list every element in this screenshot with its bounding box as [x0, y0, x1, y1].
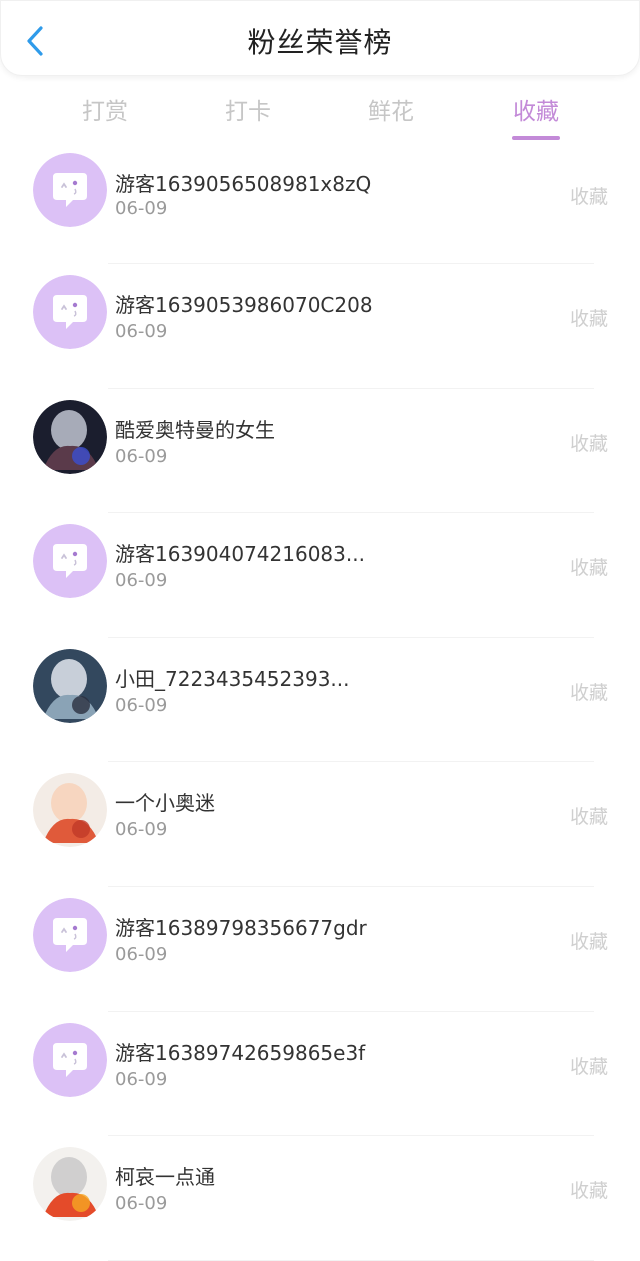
list-item[interactable]: 游客1639056508981x8zQ 06-09 收藏: [0, 153, 640, 264]
favorite-action-label: 收藏: [569, 930, 608, 953]
avatar[interactable]: [33, 399, 107, 474]
fan-name: 游客1639053986070C208: [115, 293, 373, 317]
fan-date: 06-09: [115, 1193, 168, 1215]
avatar[interactable]: [33, 773, 107, 848]
favorite-action-label: 收藏: [569, 1055, 608, 1078]
avatar[interactable]: [33, 524, 107, 599]
fan-name: 游客16389742659865e3f: [115, 1040, 366, 1065]
tab-bar: 打赏 打卡 鲜花 收藏: [0, 88, 640, 144]
avatar[interactable]: [33, 153, 107, 227]
fan-date: 06-09: [115, 570, 168, 592]
fan-date: 06-09: [115, 198, 168, 219]
list-item[interactable]: 一个小奥迷 06-09 收藏: [0, 762, 640, 887]
fan-name: 游客1639056508981x8zQ: [115, 172, 372, 196]
fan-date: 06-09: [115, 321, 168, 342]
fan-name: 柯哀一点通: [115, 1165, 215, 1190]
fan-name: 游客163904074216083...: [115, 542, 365, 567]
favorite-action-label: 收藏: [569, 432, 608, 455]
fan-date: 06-09: [115, 694, 168, 716]
list-item[interactable]: 游客16389798356677gdr 06-09 收藏: [0, 887, 640, 1012]
fan-list: 游客1639056508981x8zQ 06-09 收藏 游客163905398…: [0, 153, 640, 1261]
tab-favorites[interactable]: 收藏: [486, 92, 586, 140]
page-title: 粉丝荣誉榜: [247, 26, 393, 59]
favorite-action-label: 收藏: [569, 1180, 608, 1203]
tab-flowers[interactable]: 鲜花: [341, 92, 441, 126]
tab-favorites-label: 收藏: [513, 99, 559, 125]
tab-checkin[interactable]: 打卡: [198, 92, 298, 126]
fan-date: 06-09: [115, 943, 168, 965]
list-item[interactable]: 酷爱奥特曼的女生 06-09 收藏: [0, 389, 640, 514]
list-item[interactable]: 游客163904074216083... 06-09 收藏: [0, 513, 640, 638]
top-bar: 粉丝荣誉榜: [0, 0, 640, 76]
fan-name: 小田_7223435452393...: [115, 666, 350, 691]
tab-reward[interactable]: 打赏: [55, 92, 155, 126]
avatar[interactable]: [33, 1022, 107, 1097]
fan-name: 游客16389798356677gdr: [115, 915, 367, 940]
fan-date: 06-09: [115, 445, 168, 467]
fan-name: 一个小奥迷: [115, 791, 215, 816]
list-item[interactable]: 柯哀一点通 06-09 收藏: [0, 1136, 640, 1261]
favorite-action-label: 收藏: [569, 806, 608, 829]
avatar[interactable]: [33, 897, 107, 972]
avatar[interactable]: [33, 1147, 107, 1222]
favorite-action-label: 收藏: [569, 681, 608, 704]
list-item[interactable]: 游客1639053986070C208 06-09 收藏: [0, 264, 640, 389]
list-item[interactable]: 游客16389742659865e3f 06-09 收藏: [0, 1012, 640, 1137]
fan-date: 06-09: [115, 819, 168, 841]
fan-name: 酷爱奥特曼的女生: [115, 417, 275, 442]
favorite-action-label: 收藏: [569, 308, 608, 330]
fan-date: 06-09: [115, 1068, 168, 1090]
favorite-action-label: 收藏: [569, 186, 608, 208]
avatar[interactable]: [33, 275, 107, 349]
list-item[interactable]: 小田_7223435452393... 06-09 收藏: [0, 638, 640, 763]
active-tab-indicator: [512, 136, 560, 140]
favorite-action-label: 收藏: [569, 557, 608, 580]
avatar[interactable]: [33, 648, 107, 723]
